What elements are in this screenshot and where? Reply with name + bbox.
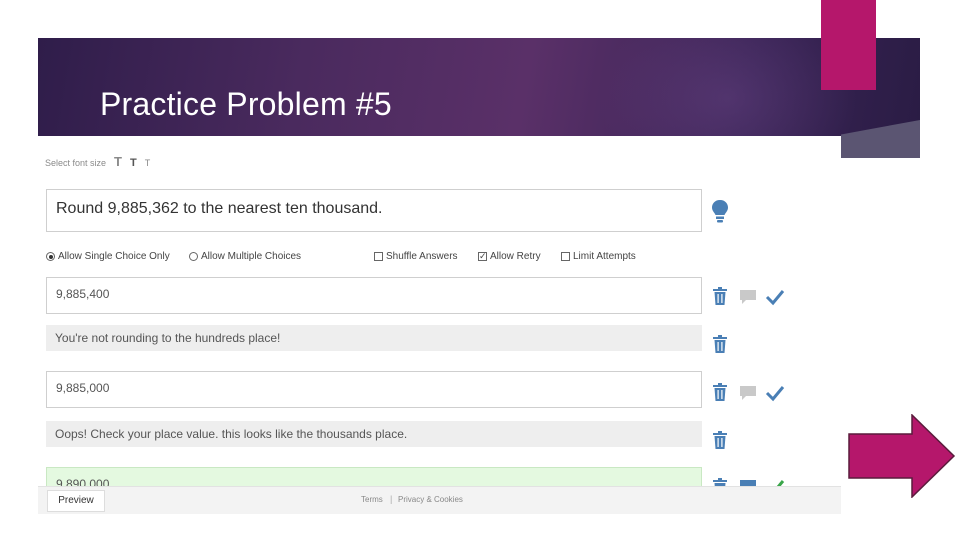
checkmark-icon[interactable] [765,384,785,402]
trash-icon[interactable] [712,382,728,402]
lightbulb-icon[interactable] [710,199,730,225]
feedback-input-1[interactable]: You're not rounding to the hundreds plac… [46,325,702,351]
slide-title: Practice Problem #5 [100,86,392,122]
checkbox-checked-icon: ✓ [478,251,487,261]
shuffle-answers-label: Shuffle Answers [386,251,458,262]
radio-selected-icon [46,252,55,261]
answer-input-2[interactable]: 9,885,000 [46,371,702,408]
shuffle-answers-checkbox[interactable]: Shuffle Answers [374,251,458,262]
font-size-label: Select font size [45,158,107,168]
trash-icon[interactable] [712,334,728,354]
quiz-editor: Select font size T T T Round 9,885,362 t… [38,136,841,514]
terms-link[interactable]: Terms [361,495,383,504]
comment-icon[interactable] [739,385,757,401]
question-input[interactable]: Round 9,885,362 to the nearest ten thous… [46,189,702,232]
trash-icon[interactable] [712,430,728,450]
limit-attempts-checkbox[interactable]: Limit Attempts [561,251,636,262]
feedback-input-2[interactable]: Oops! Check your place value. this looks… [46,421,702,447]
checkmark-icon[interactable] [765,288,785,306]
trash-icon[interactable] [712,286,728,306]
checkbox-empty-icon [561,252,570,261]
next-arrow-icon[interactable] [848,414,956,498]
font-size-large-button[interactable]: T [114,154,122,169]
editor-footer: Preview Terms | Privacy & Cookies [38,486,841,514]
footer-separator: | [390,494,393,504]
limit-attempts-label: Limit Attempts [573,251,636,262]
multiple-choice-radio[interactable]: Allow Multiple Choices [189,251,301,262]
comment-icon[interactable] [739,289,757,305]
answer-options-row: Allow Single Choice Only Allow Multiple … [46,251,702,265]
allow-retry-label: Allow Retry [490,251,541,262]
radio-unselected-icon [189,252,198,261]
font-size-medium-button[interactable]: T [130,157,137,169]
font-size-selector: Select font size T T T [45,154,150,169]
font-size-small-button[interactable]: T [145,158,151,168]
single-choice-radio[interactable]: Allow Single Choice Only [46,251,170,262]
allow-retry-checkbox[interactable]: ✓ Allow Retry [478,251,541,262]
answer-input-1[interactable]: 9,885,400 [46,277,702,314]
privacy-link[interactable]: Privacy & Cookies [398,495,463,504]
preview-button[interactable]: Preview [47,490,105,512]
multiple-choice-label: Allow Multiple Choices [201,251,302,262]
checkbox-empty-icon [374,252,383,261]
single-choice-label: Allow Single Choice Only [58,251,170,262]
accent-bar [821,0,876,90]
